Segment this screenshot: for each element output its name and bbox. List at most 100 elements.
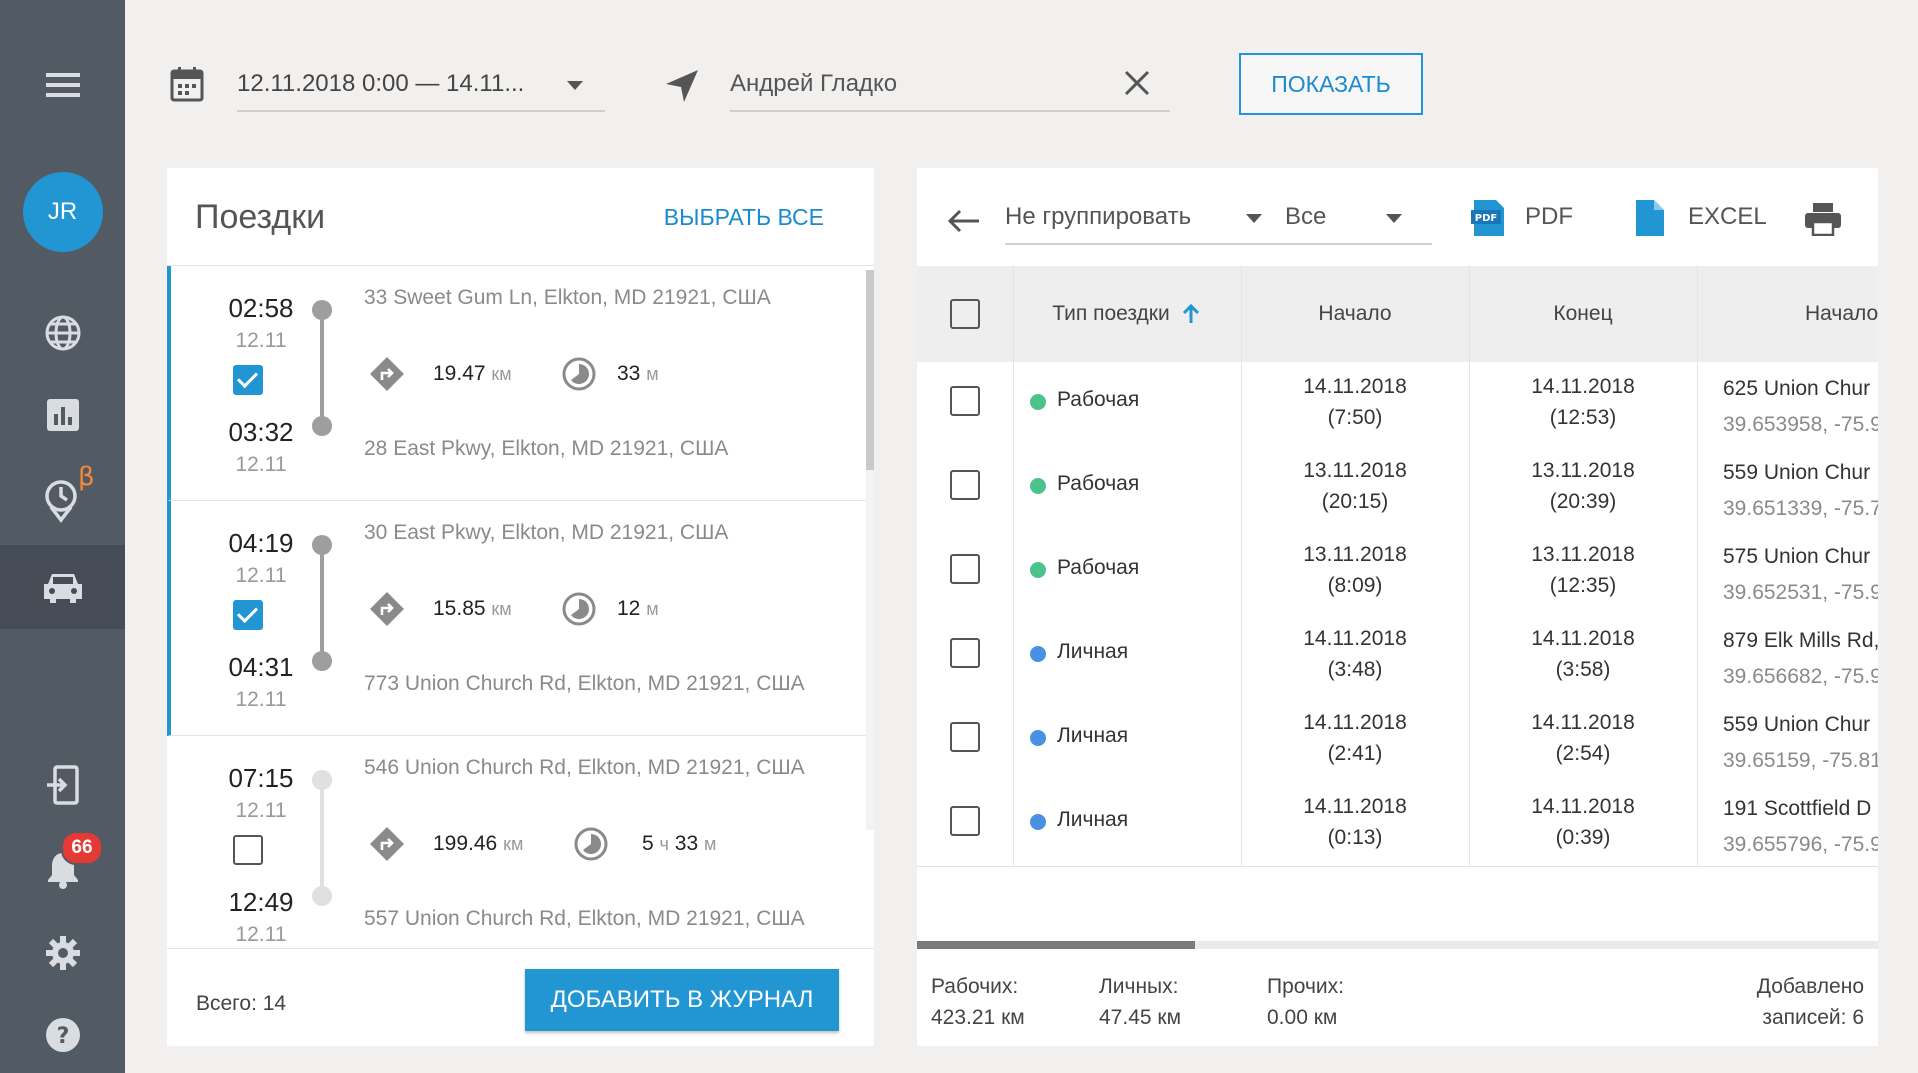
trip-start: 14.11.2018 (2:41) (1303, 711, 1407, 765)
trip-distance: 15.85 км (433, 597, 512, 620)
calendar-icon[interactable] (170, 66, 204, 107)
row-checkbox[interactable] (950, 386, 980, 416)
trip-from-address: 546 Union Church Rd, Elkton, MD 21921, С… (364, 756, 805, 779)
trip-card[interactable]: 02:58 12.11 03:32 12.11 33 Sweet Gum Ln,… (167, 266, 871, 501)
trip-end: 13.11.2018 (20:39) (1531, 459, 1635, 513)
avatar[interactable]: JR (22, 172, 103, 252)
add-to-log-button[interactable]: ДОБАВИТЬ В ЖУРНАЛ (525, 969, 839, 1031)
scrollbar-thumb[interactable] (866, 270, 874, 470)
route-end-dot (312, 416, 332, 436)
select-all-checkbox[interactable] (950, 299, 980, 329)
row-checkbox[interactable] (950, 554, 980, 584)
trips-panel: Поездки ВЫБРАТЬ ВСЕ 02:58 12.11 03:32 12… (167, 168, 874, 1046)
row-checkbox[interactable] (950, 806, 980, 836)
print-icon[interactable] (1804, 202, 1842, 241)
excel-file-icon[interactable] (1634, 198, 1666, 243)
table-row[interactable]: Рабочая 14.11.2018 (7:50) 14.11.2018 (12:53)… (917, 359, 1878, 443)
trip-start-address: 625 Union Chur 39.653958, -75.9 (1723, 377, 1878, 436)
row-checkbox[interactable] (950, 722, 980, 752)
trip-start-time: 07:15 (228, 763, 294, 793)
trip-start-time: 04:19 (228, 528, 294, 558)
trip-end-time: 03:32 (228, 417, 294, 447)
trip-to-address: 557 Union Church Rd, Elkton, MD 21921, С… (364, 907, 805, 930)
summary-added: Добавлено записей: 6 (1756, 975, 1864, 1029)
trip-from-address: 33 Sweet Gum Ln, Elkton, MD 21921, США (364, 286, 771, 309)
chevron-down-icon[interactable] (1386, 214, 1402, 223)
trip-type: Личная (1057, 724, 1129, 747)
trip-type-dot (1030, 814, 1046, 830)
duration-clock-icon (562, 357, 596, 391)
table-row[interactable]: Личная 14.11.2018 (2:41) 14.11.2018 (2:54) 55… (917, 695, 1878, 779)
select-all-link[interactable]: ВЫБРАТЬ ВСЕ (664, 204, 824, 231)
trip-duration: 5 ч 33 м (642, 832, 717, 855)
svg-text:PDF: PDF (1475, 213, 1497, 224)
reports-chart-icon[interactable] (0, 390, 125, 440)
trip-to-address: 28 East Pkwy, Elkton, MD 21921, США (364, 437, 729, 460)
globe-icon[interactable] (0, 308, 125, 358)
summary-personal: Личных: 47.45 км (1099, 975, 1182, 1029)
table-row[interactable]: Личная 14.11.2018 (3:48) 14.11.2018 (3:58) 87… (917, 611, 1878, 695)
route-end-dot (312, 651, 332, 671)
settings-gear-icon[interactable] (0, 928, 125, 978)
trip-end-date: 12.11 (235, 923, 287, 946)
driver-field[interactable]: Андрей Гладко (730, 54, 1170, 112)
duration-clock-icon (562, 592, 596, 626)
trip-distance: 19.47 км (433, 362, 512, 385)
trips-title: Поездки (195, 198, 326, 236)
table-row[interactable]: Личная 14.11.2018 (0:13) 14.11.2018 (0:39) 19… (917, 779, 1878, 863)
date-range-select[interactable]: 12.11.2018 0:00 — 14.11... (237, 54, 605, 112)
trip-checkbox[interactable] (233, 600, 263, 630)
trip-start-address: 575 Union Chur 39.652531, -75.9 (1723, 545, 1878, 604)
row-checkbox[interactable] (950, 470, 980, 500)
excel-export-button[interactable]: EXCEL (1688, 203, 1767, 231)
table-row[interactable]: Рабочая 13.11.2018 (8:09) 13.11.2018 (12:35)… (917, 527, 1878, 611)
trip-card[interactable]: 04:19 12.11 04:31 12.11 30 East Pkwy, El… (167, 501, 871, 736)
turn-right-icon (370, 592, 404, 626)
trips-scrollbar[interactable] (866, 270, 874, 830)
column-header-trip-type[interactable]: Тип поездки (1013, 266, 1241, 362)
horizontal-scrollbar[interactable] (917, 941, 1878, 949)
trip-type-dot (1030, 394, 1046, 410)
trip-to-address: 773 Union Church Rd, Elkton, MD 21921, С… (364, 672, 805, 695)
trip-checkbox[interactable] (233, 365, 263, 395)
turn-right-icon (370, 827, 404, 861)
menu-icon[interactable] (0, 60, 125, 110)
pdf-file-icon[interactable]: PDF (1470, 198, 1506, 243)
chevron-down-icon[interactable] (1246, 214, 1262, 223)
notification-count-badge: 66 (61, 831, 103, 865)
timeline-pin-icon[interactable] (0, 470, 125, 530)
logout-door-icon[interactable] (0, 760, 125, 810)
trip-card[interactable]: 07:15 12.11 12:49 12.11 546 Union Church… (167, 736, 871, 971)
turn-right-icon (370, 357, 404, 391)
column-header-start-address[interactable]: Начало (1805, 266, 1878, 362)
pdf-export-button[interactable]: PDF (1525, 203, 1573, 231)
trip-end: 14.11.2018 (2:54) (1531, 711, 1635, 765)
sort-ascending-icon[interactable] (1180, 303, 1202, 325)
trip-start-time: 02:58 (228, 293, 294, 323)
help-icon[interactable]: ? (0, 1010, 125, 1060)
user-avatar-item[interactable]: JR (0, 172, 125, 252)
trip-end-date: 12.11 (235, 453, 287, 476)
trip-from-address: 30 East Pkwy, Elkton, MD 21921, США (364, 521, 729, 544)
show-button[interactable]: ПОКАЗАТЬ (1239, 53, 1423, 115)
row-checkbox[interactable] (950, 638, 980, 668)
trip-start: 14.11.2018 (3:48) (1303, 627, 1407, 681)
filter-select[interactable]: Все (1285, 203, 1326, 231)
table-row[interactable]: Рабочая 13.11.2018 (20:15) 13.11.2018 (20:39… (917, 443, 1878, 527)
trip-end: 14.11.2018 (3:58) (1531, 627, 1635, 681)
trip-start: 14.11.2018 (7:50) (1303, 375, 1407, 429)
trip-checkbox[interactable] (233, 835, 263, 865)
trips-total: Всего: 14 (196, 992, 287, 1015)
trip-end-time: 04:31 (228, 652, 294, 682)
trips-car-icon[interactable] (0, 545, 125, 629)
divider (917, 866, 1878, 867)
column-header-end[interactable]: Конец (1469, 266, 1697, 362)
column-header-start[interactable]: Начало (1241, 266, 1469, 362)
trip-type: Рабочая (1057, 472, 1140, 495)
clear-close-icon[interactable] (1124, 70, 1150, 101)
group-select[interactable]: Не группировать (1005, 203, 1191, 231)
trip-type-dot (1030, 730, 1046, 746)
trip-start-date: 12.11 (235, 329, 287, 352)
scrollbar-thumb[interactable] (917, 941, 1195, 949)
back-arrow-icon[interactable] (947, 208, 981, 239)
